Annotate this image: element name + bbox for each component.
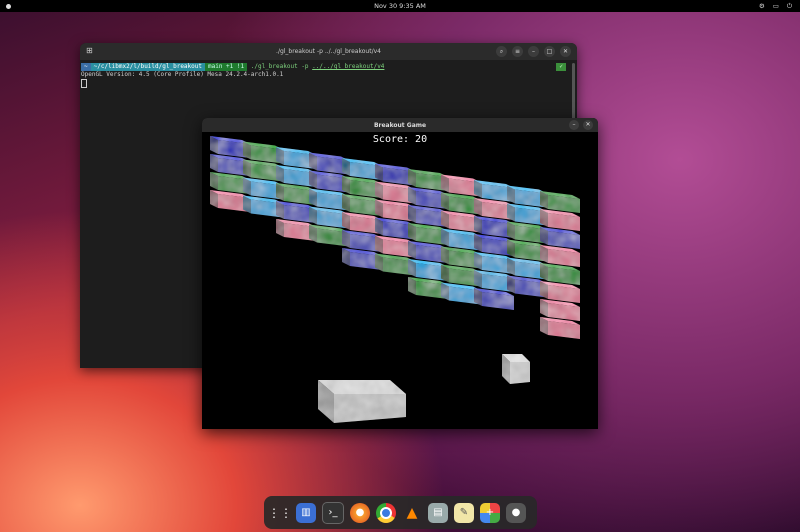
ball [502,354,530,384]
command-path: ../../gl_breakout/v4 [312,63,385,70]
system-tray[interactable]: ⚙ ▭ ⏻ [759,2,792,11]
search-icon[interactable]: ⌕ [496,46,507,57]
game-canvas[interactable] [202,132,598,429]
files-icon[interactable]: ▤ [428,502,448,523]
brick [540,245,580,267]
paddle [318,380,406,423]
maximize-icon[interactable]: □ [544,46,555,57]
close-icon[interactable]: ✕ [560,46,571,57]
brick [540,263,580,285]
brick [540,227,580,249]
breakout-game-window[interactable]: Breakout Game – ✕ Score: 20 [202,118,598,429]
apps-grid-icon[interactable]: ⋮⋮ [268,503,292,523]
power-icon[interactable]: ⏻ [787,2,792,11]
brick [540,317,580,339]
text-editor-icon[interactable]: ▥ [296,502,316,523]
top-bar: Nov 30 9:35 AM ⚙ ▭ ⏻ [0,0,800,12]
terminal-icon[interactable]: ›_ [322,501,344,524]
score-label: Score: 20 [372,134,428,145]
vlc-icon[interactable]: ▲ [402,503,422,523]
battery-icon[interactable]: ▭ [773,2,779,11]
scrollbar[interactable] [572,63,575,123]
notes-icon[interactable]: ✎ [454,502,474,523]
brick [540,209,580,231]
firefox-icon[interactable]: ● [350,502,370,523]
prompt-user: ~ [81,63,91,71]
brick [540,191,580,213]
terminal-output[interactable]: ~ ~/c/libmx2/l/build/gl_breakout main +1 !… [80,60,577,91]
clock[interactable]: Nov 30 9:35 AM [0,2,800,10]
brick-wall [210,136,580,339]
output-line: OpenGL Version: 4.5 (Core Profile) Mesa … [81,71,284,78]
brick [540,281,580,303]
command-text: ./gl_breakout -p [250,63,313,70]
text-cursor [81,79,87,88]
settings-icon[interactable]: ⚙ [759,2,765,11]
menu-icon[interactable]: ≡ [512,46,523,57]
prompt-git: main +1 !1 [205,63,248,71]
prompt-path: ~/c/libmx2/l/build/gl_breakout [90,63,205,71]
brick [540,299,580,321]
close-icon[interactable]: ✕ [583,120,593,130]
dock: ⋮⋮ ▥ ›_ ● ▲ ▤ ✎ + ● [264,496,537,529]
minimize-icon[interactable]: – [528,46,539,57]
software-icon[interactable]: + [480,502,500,523]
brick [474,288,514,310]
game-header[interactable]: Breakout Game – ✕ [202,118,598,132]
gl-breakout-icon[interactable]: ● [506,502,526,523]
minimize-icon[interactable]: – [569,120,579,130]
terminal-header[interactable]: ⊞ ./gl_breakout -p ../../gl_breakout/v4 … [80,43,577,60]
chrome-icon[interactable] [376,502,396,523]
game-title: Breakout Game [373,122,427,129]
prompt-line: ~ ~/c/libmx2/l/build/gl_breakout main +1 !… [81,63,576,71]
prompt-status: ✓ [556,63,566,71]
